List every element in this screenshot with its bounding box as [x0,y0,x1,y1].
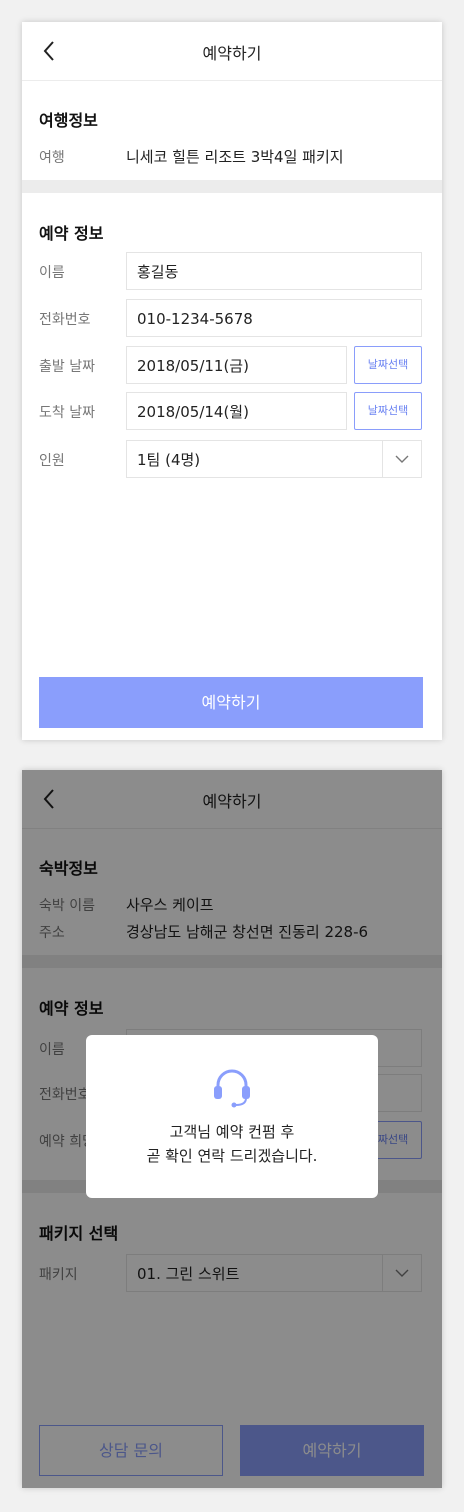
header: 예약하기 [22,22,442,81]
dialog-message-line1: 고객님 예약 컨펌 후 [169,1123,295,1141]
depart-date-select-button[interactable]: 날짜선택 [354,346,422,384]
arrive-date-field[interactable]: 2018/05/14(월) [126,392,347,430]
reservation-info-heading: 예약 정보 [39,224,104,243]
reservation-confirm-screen: 예약하기 숙박정보 숙박 이름 사우스 케이프 주소 경상남도 남해군 창선면 … [22,770,442,1488]
arrive-date-select-button[interactable]: 날짜선택 [354,392,422,430]
trip-info-heading: 여행정보 [39,111,98,130]
name-field[interactable]: 홍길동 [126,252,422,290]
depart-date-label: 출발 날짜 [39,359,95,375]
name-label: 이름 [39,265,65,281]
phone-label: 전화번호 [39,312,91,328]
people-select[interactable]: 1팀 (4명) [126,440,422,478]
depart-date-field[interactable]: 2018/05/11(금) [126,346,347,384]
trip-label: 여행 [39,150,65,166]
headset-icon [214,1069,250,1108]
people-select-value: 1팀 (4명) [137,451,201,469]
chevron-down-icon [395,455,409,463]
reservation-screen: 예약하기 여행정보 여행 니세코 힐튼 리조트 3박4일 패키지 예약 정보 이… [22,22,442,740]
arrive-date-label: 도착 날짜 [39,405,95,421]
section-divider [22,180,442,193]
select-separator [382,441,383,477]
dialog-message-line2: 곧 확인 연락 드리겠습니다. [146,1147,318,1165]
confirm-dialog: 고객님 예약 컨펌 후 곧 확인 연락 드리겠습니다. [86,1035,378,1198]
people-label: 인원 [39,453,65,469]
trip-value: 니세코 힐튼 리조트 3박4일 패키지 [126,148,344,166]
phone-field[interactable]: 010-1234-5678 [126,299,422,337]
page-title: 예약하기 [202,44,262,63]
reserve-button[interactable]: 예약하기 [39,677,423,728]
